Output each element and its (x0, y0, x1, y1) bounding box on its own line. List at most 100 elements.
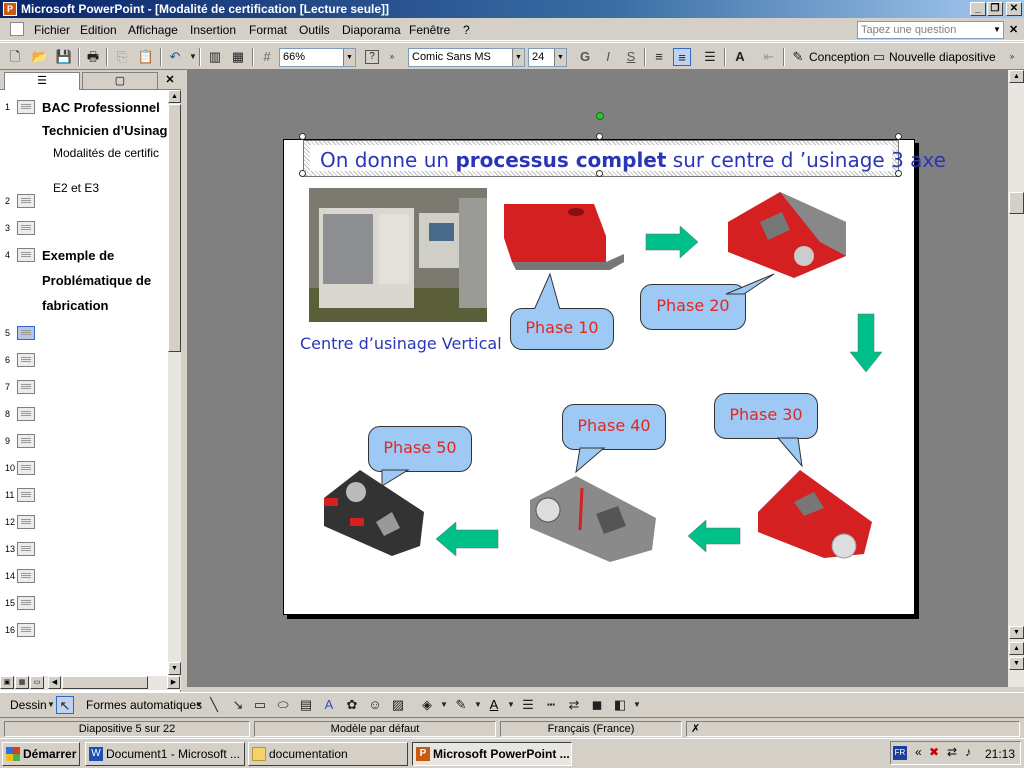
scroll-up-icon[interactable]: ▲ (1009, 70, 1024, 83)
view-slideshow-icon[interactable]: ▭ (30, 676, 44, 689)
resize-handle[interactable] (596, 170, 603, 177)
open-folder-icon[interactable]: 📂 (31, 48, 49, 66)
new-slide-button[interactable]: Nouvelle diapositive (889, 50, 996, 64)
chevron-down-icon[interactable]: ▼ (435, 696, 453, 714)
callout-phase-50[interactable]: Phase 50 (368, 426, 472, 472)
next-slide-icon[interactable]: ▼ (1009, 657, 1024, 670)
slide-thumbnail-icon[interactable] (17, 434, 35, 448)
decrease-indent-icon[interactable]: ⇤ (760, 48, 778, 66)
font-size-select[interactable]: 24 ▼ (528, 48, 567, 67)
increase-font-icon[interactable]: A (731, 48, 749, 66)
help-icon[interactable]: ? (365, 50, 379, 64)
task-powerpoint[interactable]: P Microsoft PowerPoint ... (412, 742, 572, 766)
scroll-down-icon[interactable]: ▼ (168, 662, 181, 675)
line-icon[interactable]: ╲ (205, 696, 223, 714)
bullets-icon[interactable]: ☰ (701, 48, 719, 66)
autoshapes-button[interactable]: Formes automatiques (86, 698, 202, 712)
shadow-style-icon[interactable]: ◼ (588, 696, 606, 714)
toolbar-options-icon[interactable]: » (1003, 48, 1021, 66)
slide-thumbnail-icon[interactable] (17, 542, 35, 556)
task-word[interactable]: W Document1 - Microsoft ... (85, 742, 245, 766)
outline-text[interactable]: BAC Professionnel (42, 100, 160, 115)
menu-affichage[interactable]: Affichage (128, 23, 178, 37)
italic-button[interactable]: I (599, 48, 617, 66)
rotate-handle[interactable] (596, 112, 604, 120)
resize-handle[interactable] (895, 133, 902, 140)
paste-icon[interactable]: 📋 (137, 48, 155, 66)
outline-text[interactable]: Exemple de (42, 248, 114, 263)
outline-scrollbar[interactable]: ▲ ▼ (168, 90, 181, 676)
bold-button[interactable]: G (576, 48, 594, 66)
menu-format[interactable]: Format (249, 23, 287, 37)
tab-slides[interactable]: ▢ (82, 72, 158, 90)
outline-text[interactable]: fabrication (42, 298, 108, 313)
callout-phase-40[interactable]: Phase 40 (562, 404, 666, 450)
diagram-icon[interactable]: ✿ (343, 696, 361, 714)
slide-thumbnail-icon[interactable] (17, 596, 35, 610)
menu-fichier[interactable]: Fichier (34, 23, 70, 37)
font-select[interactable]: Comic Sans MS ▼ (408, 48, 525, 67)
slide-thumbnail-icon[interactable] (17, 221, 35, 235)
sync-icon[interactable]: ⇄ (947, 745, 957, 759)
resize-handle[interactable] (596, 133, 603, 140)
clock[interactable]: 21:13 (985, 747, 1015, 761)
line-color-icon[interactable]: ✎ (452, 696, 470, 714)
clipart-icon[interactable]: ☺ (366, 696, 384, 714)
scroll-left-icon[interactable]: ◀ (48, 676, 61, 689)
design-icon[interactable]: ✎ (789, 48, 807, 66)
view-sorter-icon[interactable]: ▦ (15, 676, 29, 689)
wordart-icon[interactable]: A (320, 696, 338, 714)
close-button[interactable]: ✕ (1006, 2, 1022, 16)
slide-thumbnail-icon[interactable] (17, 515, 35, 529)
slide-title[interactable]: On donne un processus complet sur centre… (320, 148, 946, 172)
outline-hscrollbar[interactable]: ▣ ▦ ▭ ◀ ▶ (0, 676, 181, 690)
chevron-down-icon[interactable]: ▼ (502, 696, 520, 714)
scroll-thumb[interactable] (168, 104, 181, 352)
slide-thumbnail-icon[interactable] (17, 461, 35, 475)
oval-icon[interactable]: ⬭ (274, 696, 292, 714)
callout-phase-30[interactable]: Phase 30 (714, 393, 818, 439)
save-icon[interactable]: 💾 (55, 48, 73, 66)
print-icon[interactable]: 🖶 (84, 48, 102, 66)
align-center-icon[interactable]: ≡ (673, 48, 691, 66)
outline-text[interactable]: E2 et E3 (53, 181, 99, 195)
zoom-select[interactable]: 66% ▼ (279, 48, 356, 67)
ask-question-input[interactable]: Tapez une question (857, 21, 1004, 39)
fill-color-icon[interactable]: ◈ (418, 696, 436, 714)
outline-text[interactable]: Modalités de certific (53, 146, 159, 160)
resize-handle[interactable] (299, 133, 306, 140)
tray-expand-icon[interactable]: « (915, 745, 922, 759)
network-icon[interactable]: ✖ (929, 745, 939, 759)
slide-thumbnail-icon[interactable] (17, 100, 35, 114)
editor-scrollbar[interactable]: ▲ ▼ ▲ ▼ (1008, 70, 1024, 687)
scroll-right-icon[interactable]: ▶ (167, 676, 180, 689)
slide-thumbnail-icon[interactable] (17, 488, 35, 502)
outline-text[interactable]: Technicien d’Usinag (42, 123, 167, 138)
insert-chart-icon[interactable]: ▥ (206, 48, 224, 66)
slide-thumbnail-icon[interactable] (17, 326, 35, 340)
toolbar-options-icon[interactable]: » (383, 48, 401, 66)
new-slide-icon[interactable]: ▭ (870, 48, 888, 66)
copy-icon[interactable]: ⎘ (113, 48, 131, 66)
powerpoint-app-icon[interactable]: P (3, 2, 17, 16)
view-normal-icon[interactable]: ▣ (0, 676, 14, 689)
textbox-icon[interactable]: ▤ (297, 696, 315, 714)
arrow-tool-icon[interactable]: ↘ (229, 696, 247, 714)
align-left-icon[interactable]: ≡ (650, 48, 668, 66)
pane-close-icon[interactable]: ✕ (163, 72, 177, 90)
previous-slide-icon[interactable]: ▲ (1009, 642, 1024, 655)
language-indicator[interactable]: FR (893, 746, 907, 760)
slide-thumbnail-icon[interactable] (17, 380, 35, 394)
scroll-down-icon[interactable]: ▼ (1009, 626, 1024, 639)
design-button[interactable]: Conception (809, 50, 870, 64)
resize-handle[interactable] (299, 170, 306, 177)
undo-icon[interactable]: ↶ (166, 48, 184, 66)
slide-thumbnail-icon[interactable] (17, 194, 35, 208)
resize-handle[interactable] (895, 170, 902, 177)
scroll-up-icon[interactable]: ▲ (168, 90, 181, 103)
outline-text[interactable]: Problématique de (42, 273, 151, 288)
new-file-icon[interactable]: 🗋 (6, 48, 24, 66)
slide-thumbnail-icon[interactable] (17, 623, 35, 637)
arrow-style-icon[interactable]: ⇄ (565, 696, 583, 714)
grid-icon[interactable]: # (258, 48, 276, 66)
